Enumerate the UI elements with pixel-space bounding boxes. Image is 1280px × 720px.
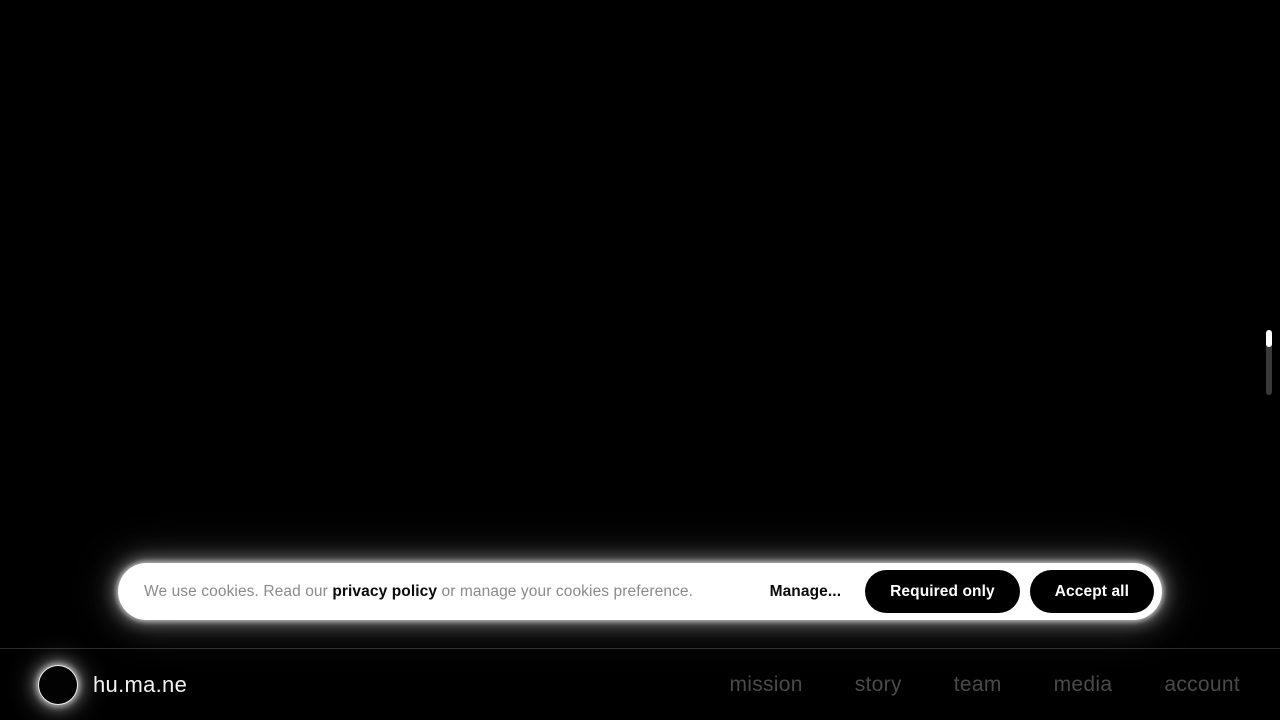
brand-name-label: hu.ma.ne [93, 671, 188, 697]
page-root: We use cookies. Read our privacy policy … [0, 0, 1280, 720]
cookie-text-before-link: We use cookies. Read our [144, 582, 333, 600]
vertical-scrollbar-track[interactable] [1266, 330, 1272, 395]
nav-item-account[interactable]: account [1164, 674, 1240, 695]
cookie-text-after-link: or manage your cookies preference. [437, 582, 694, 600]
footer-navigation: mission story team media account [729, 674, 1240, 695]
manage-cookies-button[interactable]: Manage... [756, 575, 856, 609]
brand-home-link[interactable]: hu.ma.ne [38, 664, 188, 705]
nav-item-story[interactable]: story [855, 674, 902, 695]
vertical-scrollbar-thumb[interactable] [1266, 330, 1272, 347]
eclipse-core [40, 666, 74, 701]
nav-item-mission[interactable]: mission [729, 674, 802, 695]
eclipse-circle-icon [38, 664, 78, 705]
required-only-button[interactable]: Required only [865, 570, 1020, 613]
cookie-banner-actions: Manage... Required only Accept all [756, 570, 1154, 613]
nav-item-team[interactable]: team [954, 674, 1002, 695]
nav-item-media[interactable]: media [1054, 674, 1113, 695]
site-footer: hu.ma.ne mission story team media accoun… [0, 648, 1280, 720]
cookie-consent-banner: We use cookies. Read our privacy policy … [118, 563, 1162, 620]
cookie-consent-message: We use cookies. Read our privacy policy … [144, 583, 693, 601]
main-viewport [0, 0, 1280, 648]
accept-all-button[interactable]: Accept all [1029, 570, 1154, 613]
privacy-policy-link[interactable]: privacy policy [332, 583, 437, 600]
